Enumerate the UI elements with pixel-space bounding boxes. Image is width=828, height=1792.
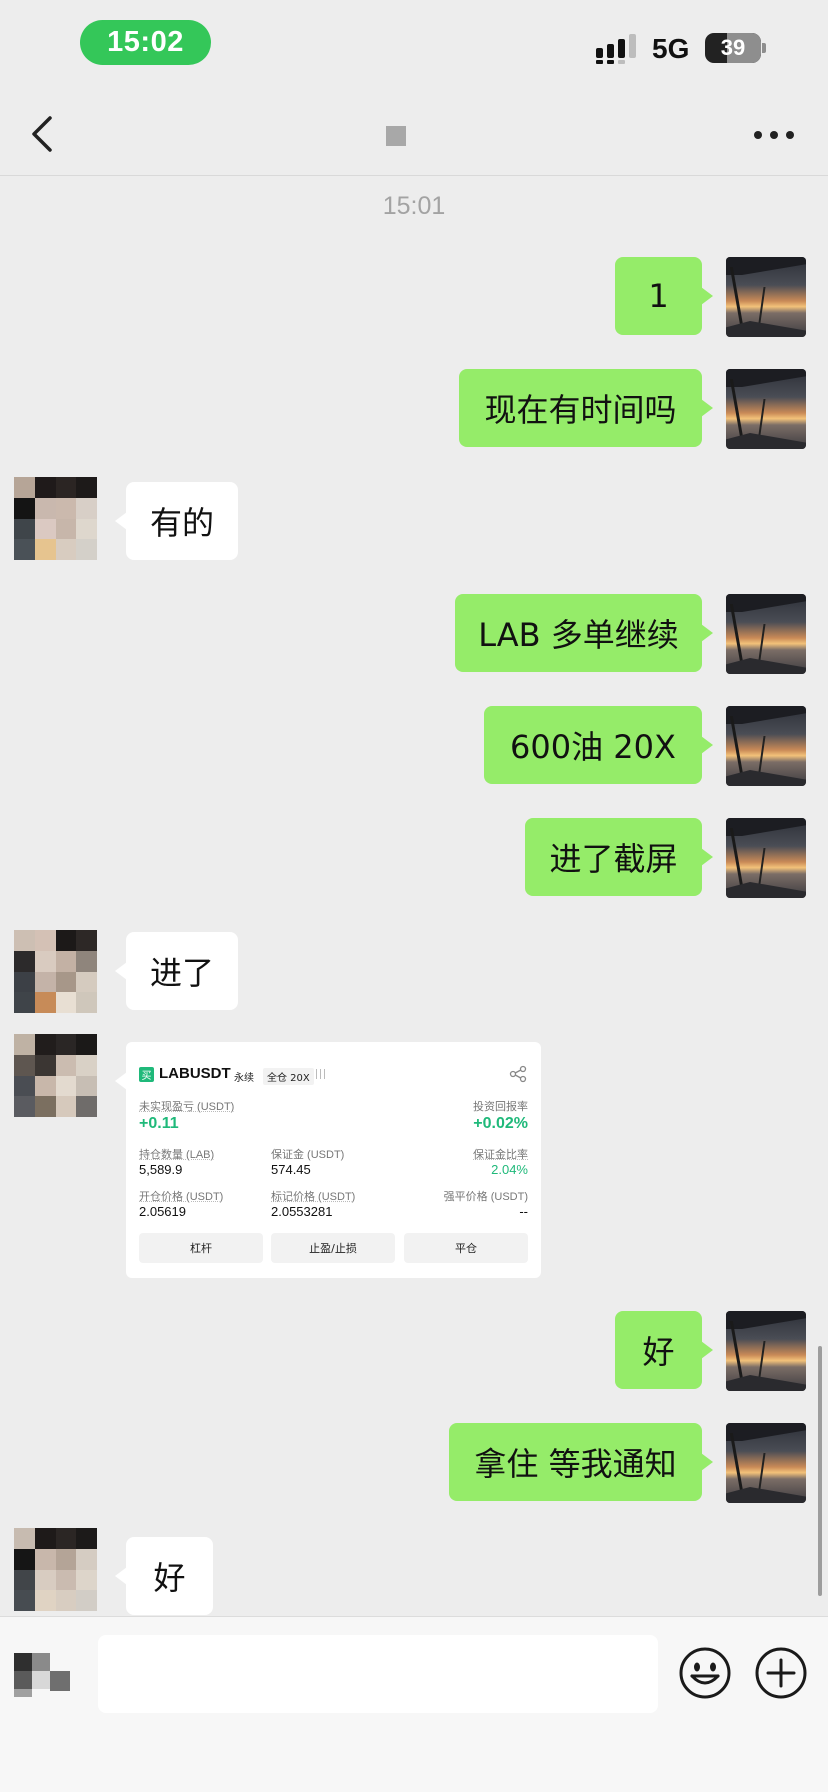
message-bubble[interactable]: 拿住 等我通知 <box>449 1423 713 1501</box>
contract-type: 永续 <box>234 1073 254 1084</box>
tp-sl-button[interactable]: 止盈/止损 <box>271 1233 395 1263</box>
self-avatar[interactable] <box>726 257 806 337</box>
leverage-button[interactable]: 杠杆 <box>139 1233 263 1263</box>
self-avatar[interactable] <box>726 369 806 449</box>
input-bar <box>0 1616 828 1792</box>
message-bubble[interactable]: 进了截屏 <box>525 818 713 896</box>
size-label: 持仓数量 (LAB) <box>139 1149 215 1161</box>
chat-title <box>386 126 406 146</box>
position-screenshot[interactable]: 买 LABUSDT 永续 全仓 20X 未实现盈亏 (USDT) +0.11 投… <box>115 1042 541 1278</box>
margin-mode: 全仓 20X <box>263 1068 314 1085</box>
message-bubble[interactable]: 进了 <box>115 932 238 1010</box>
contact-avatar[interactable] <box>14 930 97 1013</box>
message-bubble[interactable]: 有的 <box>115 482 238 560</box>
contact-avatar[interactable] <box>14 1528 97 1611</box>
self-avatar[interactable] <box>726 1311 806 1391</box>
unrealized-pnl-value: +0.11 <box>139 1115 179 1132</box>
status-time: 15:02 <box>80 20 211 65</box>
roi-label: 投资回报率 <box>473 1101 528 1113</box>
entry-price-label: 开仓价格 (USDT) <box>139 1191 224 1203</box>
scrollbar[interactable] <box>818 1346 822 1596</box>
entry-price-value: 2.05619 <box>139 1204 186 1219</box>
signal-icon <box>596 34 636 64</box>
message-bubble[interactable]: 600油 20X <box>484 706 713 784</box>
battery-level: 39 <box>720 35 746 60</box>
buy-tag: 买 <box>139 1067 154 1082</box>
message-bubble[interactable]: 现在有时间吗 <box>459 369 713 447</box>
size-value: 5,589.9 <box>139 1162 183 1177</box>
network-type: 5G <box>652 33 690 64</box>
battery-tip <box>762 43 766 53</box>
ellipsis-icon[interactable] <box>752 120 796 150</box>
chart-bars-icon <box>316 1069 330 1079</box>
share-icon <box>509 1065 527 1083</box>
liq-price-value: -- <box>519 1204 528 1219</box>
margin-value: 574.45 <box>271 1162 311 1177</box>
margin-ratio-value: 2.04% <box>491 1162 528 1177</box>
chat-header <box>0 92 828 176</box>
message-bubble[interactable]: LAB 多单继续 <box>455 594 713 672</box>
message-bubble[interactable]: 好 <box>115 1537 213 1615</box>
emoji-icon[interactable] <box>678 1646 732 1700</box>
self-avatar[interactable] <box>726 1423 806 1503</box>
contact-avatar[interactable] <box>14 477 97 560</box>
voice-icon[interactable] <box>14 1653 76 1697</box>
message-bubble[interactable]: 1 <box>615 257 713 335</box>
position-symbol: LABUSDT <box>159 1065 231 1082</box>
mark-price-value: 2.0553281 <box>271 1204 333 1219</box>
status-bar: 15:02 5G 39 <box>0 0 828 92</box>
message-timestamp: 15:01 <box>382 192 446 220</box>
chevron-left-icon[interactable] <box>24 110 64 158</box>
unrealized-pnl-label: 未实现盈亏 (USDT) <box>139 1101 235 1113</box>
message-input[interactable] <box>98 1635 658 1713</box>
message-bubble[interactable]: 好 <box>615 1311 713 1389</box>
margin-ratio-label: 保证金比率 <box>473 1149 528 1161</box>
self-avatar[interactable] <box>726 818 806 898</box>
mark-price-label: 标记价格 (USDT) <box>271 1191 356 1203</box>
margin-label: 保证金 (USDT) <box>271 1149 345 1161</box>
battery-icon: 39 <box>705 33 761 63</box>
self-avatar[interactable] <box>726 706 806 786</box>
plus-circle-icon[interactable] <box>754 1646 808 1700</box>
liq-price-label: 强平价格 (USDT) <box>443 1191 528 1203</box>
self-avatar[interactable] <box>726 594 806 674</box>
close-position-button[interactable]: 平仓 <box>404 1233 528 1263</box>
contact-avatar[interactable] <box>14 1034 97 1117</box>
roi-value: +0.02% <box>473 1115 528 1132</box>
